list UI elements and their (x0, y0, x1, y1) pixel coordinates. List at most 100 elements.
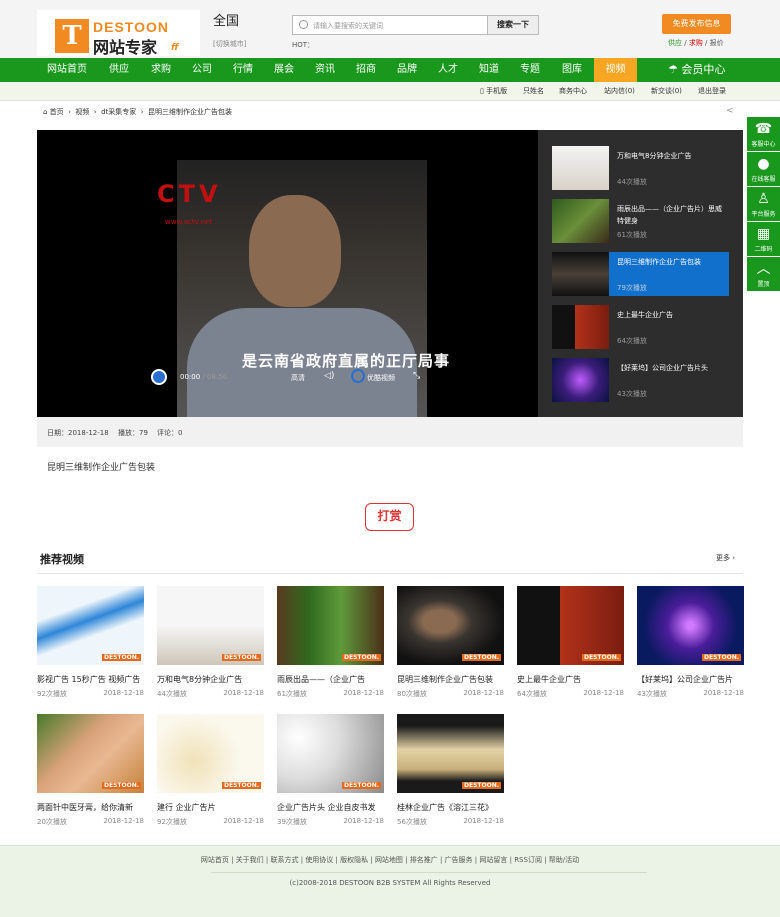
footer-link[interactable]: RSS订阅 (514, 856, 542, 864)
share-icon[interactable]: < (726, 106, 736, 116)
playlist-item[interactable]: 【好莱坞】公司企业广告片头 43次播放 (552, 358, 729, 402)
playlist-item[interactable]: 史上最牛企业广告 64次播放 (552, 305, 729, 349)
quality-selector[interactable]: 高清 (291, 373, 305, 383)
video-player[interactable]: CTV www.actv.net 是云南省政府直属的正厅局事 00:00 / 0… (37, 130, 538, 417)
mobile-link[interactable]: ▯ 手机版 (480, 86, 507, 96)
supply-link[interactable]: 供应 (668, 39, 682, 47)
video-thumbnail: DESTOON. (157, 586, 264, 665)
thumbnail-watermark: DESTOON. (702, 654, 741, 661)
recommend-title: 推荐视频 (40, 553, 84, 566)
breadcrumb-current: 昆明三维制作企业广告包装 (147, 108, 232, 116)
qrcode-icon: ▦ (756, 226, 771, 242)
user-name-link[interactable]: 只姓名 (523, 86, 544, 96)
video-card-views: 92次播放 (157, 818, 187, 826)
playlist-thumbnail (552, 305, 609, 349)
fullscreen-icon[interactable]: ⤡ (413, 371, 420, 381)
video-plays: 播放：79 (118, 429, 148, 437)
footer-link[interactable]: 使用协议 (305, 856, 333, 864)
video-description: 昆明三维制作企业广告包装 (47, 463, 156, 473)
nav-item-home[interactable]: 网站首页 (47, 58, 87, 82)
video-thumbnail: DESTOON. (277, 714, 384, 793)
divider (37, 573, 743, 574)
footer-links: 网站首页 | 关于我们 | 联系方式 | 使用协议 | 版权隐私 | 网站地图 … (200, 856, 580, 864)
youku-label: 优酷视频 (367, 374, 395, 382)
footer-link[interactable]: 帮助/活动 (549, 856, 579, 864)
chevron-right-icon: › (732, 554, 736, 562)
service-center-button[interactable]: ☎ 客服中心 (747, 117, 780, 151)
play-button-icon[interactable] (151, 369, 167, 385)
publish-links: 供应 / 求购 / 报价 (668, 39, 724, 47)
publish-button[interactable]: 免费发布信息 (662, 14, 731, 34)
nav-item-supply[interactable]: 供应 (109, 58, 129, 82)
breadcrumb-home[interactable]: 首页 (50, 108, 64, 116)
playlist-item-active[interactable]: 昆明三维制作企业广告包装 79次播放 (552, 252, 729, 296)
time-total: / 08:56 (202, 373, 228, 381)
footer-link[interactable]: 网站地图 (375, 856, 403, 864)
youku-icon[interactable] (351, 369, 365, 383)
video-channel-site: www.actv.net (165, 218, 212, 226)
logout-link[interactable]: 退出登录 (698, 86, 726, 96)
footer-link[interactable]: 网站首页 (201, 856, 229, 864)
video-card-title: 桂林企业广告《溶江三花》 (397, 803, 493, 812)
search-input[interactable]: 请输入要搜索的关键词 (313, 21, 383, 31)
nav-item-video[interactable]: 视频 (594, 58, 637, 82)
footer-link[interactable]: 广告服务 (445, 856, 473, 864)
video-card-date: 2018-12-18 (223, 689, 264, 697)
search-button[interactable]: 搜索一下 (487, 15, 539, 35)
nav-item-quote[interactable]: 行情 (233, 58, 253, 82)
nav-item-special[interactable]: 专题 (520, 58, 540, 82)
video-figure-head (249, 195, 341, 307)
nav-item-photo[interactable]: 图库 (562, 58, 582, 82)
breadcrumb-video[interactable]: 视频 (75, 108, 89, 116)
nav-item-company[interactable]: 公司 (192, 58, 212, 82)
service-center-label: 客服中心 (751, 141, 776, 148)
footer-link[interactable]: 关于我们 (236, 856, 264, 864)
video-card-views: 56次播放 (397, 818, 427, 826)
main-nav: 网站首页 供应 求购 公司 行情 展会 资讯 招商 品牌 人才 知道 专题 图库… (0, 58, 780, 82)
playlist-item-views: 64次播放 (617, 337, 647, 345)
reward-button[interactable]: 打赏 (365, 503, 414, 531)
business-center-link[interactable]: 商务中心 (559, 86, 587, 96)
platform-service-button[interactable]: ♙ 平台服务 (747, 187, 780, 221)
playlist-item-title: 万和电气8分钟企业广告 (617, 152, 692, 160)
nav-item-job[interactable]: 人才 (438, 58, 458, 82)
nav-item-invest[interactable]: 招商 (356, 58, 376, 82)
video-card-title: 企业广告片头 企业自皮书发 (277, 803, 376, 812)
footer-link[interactable]: 版权隐私 (340, 856, 368, 864)
video-card-date: 2018-12-18 (103, 817, 144, 825)
more-link[interactable]: 更多 › (716, 553, 735, 563)
site-logo[interactable]: T DESTOON 网站专家 ff (37, 10, 200, 57)
footer-link[interactable]: 排名推广 (410, 856, 438, 864)
nav-item-know[interactable]: 知道 (479, 58, 499, 82)
qrcode-button[interactable]: ▦ 二维码 (747, 222, 780, 256)
playlist-thumbnail (552, 199, 609, 243)
video-card-title: 影视广告 15秒广告 视频广告 (37, 675, 141, 684)
video-card-date: 2018-12-18 (223, 817, 264, 825)
nav-item-brand[interactable]: 品牌 (397, 58, 417, 82)
video-card-title: 万和电气8分钟企业广告 (157, 675, 243, 684)
search-box: 请输入要搜索的关键词 搜索一下 (292, 15, 539, 35)
quote-link[interactable]: 报价 (710, 39, 724, 47)
playlist-item[interactable]: 万和电气8分钟企业广告 44次播放 (552, 146, 729, 190)
playlist-thumbnail (552, 358, 609, 402)
video-card-views: 92次播放 (37, 690, 67, 698)
city-switch-link[interactable]: [切换城市] (213, 39, 246, 49)
footer-link[interactable]: 联系方式 (271, 856, 299, 864)
breadcrumb: ⌂ 首页 › 视频 › dt采集专家 › 昆明三维制作企业广告包装 (43, 108, 232, 116)
playlist-item[interactable]: 雨辰出品——（企业广告片）思威特健身 61次播放 (552, 199, 729, 243)
video-thumbnail: DESTOON. (397, 586, 504, 665)
nav-item-buy[interactable]: 求购 (151, 58, 171, 82)
buy-link[interactable]: 求购 (689, 39, 703, 47)
playlist-item-views: 43次播放 (617, 390, 647, 398)
nav-item-expo[interactable]: 展会 (274, 58, 294, 82)
online-service-button[interactable]: ● 在线客服 (747, 152, 780, 186)
volume-icon[interactable]: ◁) (324, 371, 334, 381)
video-card-date: 2018-12-18 (463, 817, 504, 825)
footer-link[interactable]: 网站留言 (479, 856, 507, 864)
chat-link[interactable]: 新交谈(0) (651, 86, 682, 96)
messages-link[interactable]: 站内信(0) (604, 86, 635, 96)
breadcrumb-category[interactable]: dt采集专家 (101, 108, 136, 116)
back-to-top-button[interactable]: ︿ 置顶 (747, 257, 780, 291)
nav-item-news[interactable]: 资讯 (315, 58, 335, 82)
member-center-link[interactable]: ☂ 会员中心 (668, 58, 725, 82)
